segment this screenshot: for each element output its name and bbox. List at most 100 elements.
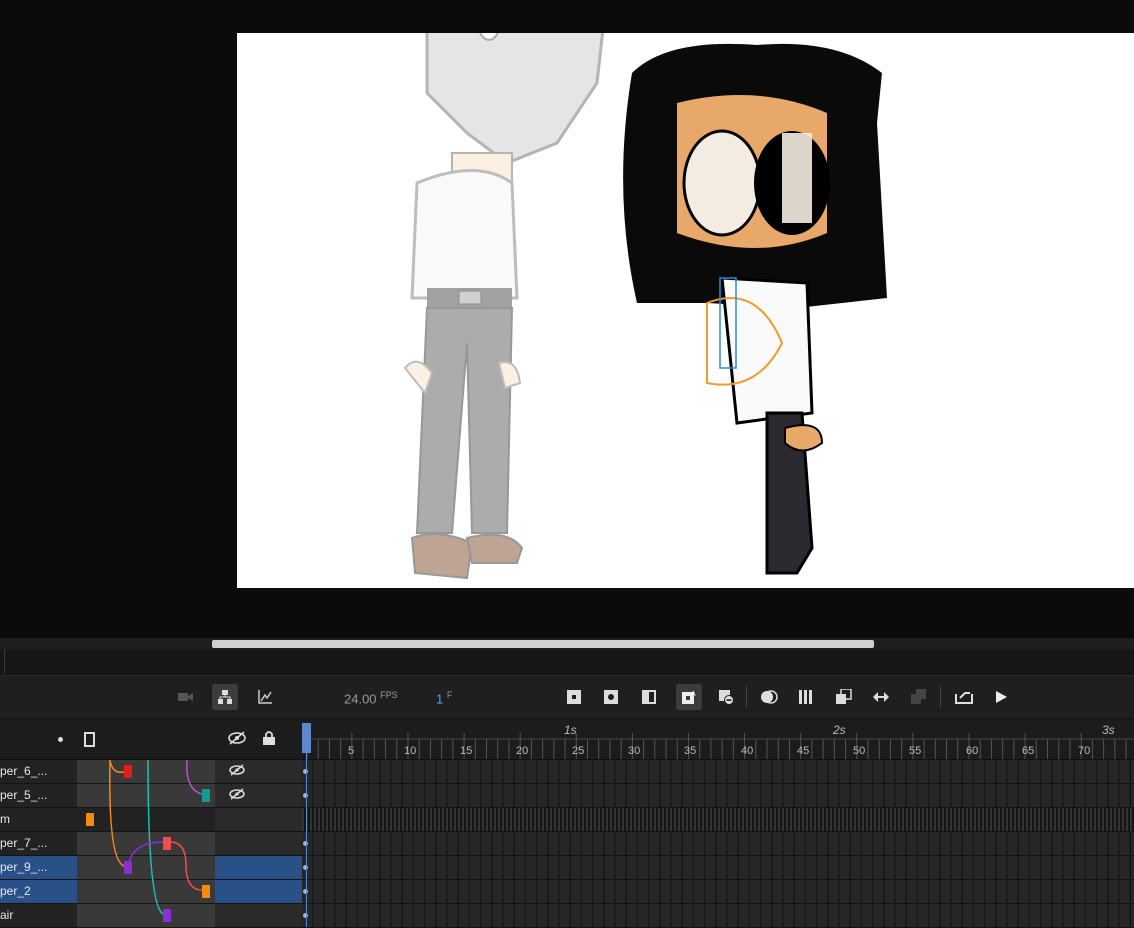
- layer-controls: [215, 856, 302, 879]
- layer-color-swatch[interactable]: [202, 789, 210, 802]
- layer-name[interactable]: per_9_...: [0, 856, 77, 879]
- frame-tick-label: 45: [797, 745, 810, 757]
- layer-color-swatch[interactable]: [202, 885, 210, 898]
- girl-character: [623, 43, 887, 575]
- frame-tick-label: 20: [516, 745, 529, 757]
- frame-tick-label: 30: [628, 745, 641, 757]
- layer-name[interactable]: per_6_...: [0, 760, 77, 783]
- layer-controls: [215, 880, 302, 903]
- layer-color-swatch[interactable]: [124, 765, 132, 778]
- frame-tick-label: 65: [1022, 745, 1035, 757]
- lock-all-icon[interactable]: [262, 730, 276, 751]
- ruler-ticks: [302, 733, 1134, 759]
- auto-keyframe-icon[interactable]: A: [676, 684, 702, 710]
- current-frame-readout[interactable]: 1 F: [436, 690, 452, 706]
- frame-unit: F: [446, 690, 453, 700]
- hidden-eye-icon[interactable]: [229, 764, 245, 778]
- layer-controls: [215, 904, 302, 927]
- layer-color-swatch[interactable]: [124, 861, 132, 874]
- layer-color-swatch[interactable]: [163, 837, 171, 850]
- stage-canvas[interactable]: [237, 0, 1134, 588]
- layer-name[interactable]: per_5_...: [0, 784, 77, 807]
- layer-row[interactable]: per_2: [0, 880, 302, 904]
- layer-color-swatch[interactable]: [86, 813, 94, 826]
- layer-parenting-cell[interactable]: [77, 808, 215, 831]
- layer-parenting-icon[interactable]: [212, 684, 238, 710]
- timeline-tab-bar: [0, 650, 1134, 676]
- frame-row[interactable]: [302, 808, 1134, 832]
- frame-tick-label: 70: [1078, 745, 1091, 757]
- layer-row[interactable]: per_5_...: [0, 784, 302, 808]
- layer-parenting-cell[interactable]: [77, 856, 215, 879]
- layer-parenting-cell[interactable]: [77, 760, 215, 783]
- hidden-eye-icon[interactable]: [229, 788, 245, 802]
- sync-graphic-icon[interactable]: [906, 684, 932, 710]
- frame-row[interactable]: [302, 760, 1134, 784]
- layer-list-header: [0, 719, 302, 760]
- frame-row[interactable]: [302, 784, 1134, 808]
- outline-toggle-icon[interactable]: [84, 732, 95, 747]
- playhead-line: [306, 753, 307, 927]
- layer-name[interactable]: per_7_...: [0, 832, 77, 855]
- layer-parenting-cell[interactable]: [77, 904, 215, 927]
- layer-parenting-cell[interactable]: [77, 784, 215, 807]
- fps-readout[interactable]: 24.00 FPS: [344, 690, 398, 706]
- playhead-handle[interactable]: [302, 723, 311, 753]
- layer-color-swatch[interactable]: [163, 909, 171, 922]
- insert-keyframe-icon[interactable]: [561, 684, 587, 710]
- insert-frame-icon[interactable]: [636, 684, 662, 710]
- stage-area[interactable]: [0, 0, 1134, 638]
- frame-tick-label: 5: [348, 745, 355, 757]
- layer-row[interactable]: per_7_...: [0, 832, 302, 856]
- paste-frames-icon[interactable]: [831, 684, 857, 710]
- export-icon[interactable]: [951, 684, 977, 710]
- onion-skin-icon[interactable]: [756, 684, 782, 710]
- svg-text:A: A: [691, 691, 696, 698]
- layer-name[interactable]: air: [0, 904, 77, 927]
- second-label: 2s: [833, 723, 846, 737]
- layer-row[interactable]: air: [0, 904, 302, 928]
- frame-value: 1: [436, 691, 444, 707]
- layer-list: per_6_... per_5_... m per_7_... per_9_..…: [0, 760, 302, 928]
- layer-row[interactable]: per_6_...: [0, 760, 302, 784]
- graph-editor-icon[interactable]: [252, 684, 278, 710]
- edit-multiple-frames-icon[interactable]: [794, 684, 820, 710]
- timeline-toolbar: 24.00 FPS 1 F A: [0, 676, 1134, 719]
- layer-row[interactable]: m: [0, 808, 302, 832]
- insert-blank-keyframe-icon[interactable]: [598, 684, 624, 710]
- timeline-ruler[interactable]: 1s 2s 3s 5 10 15 20 25 30 35 40 45 50 55…: [302, 719, 1134, 760]
- layer-name[interactable]: m: [0, 808, 77, 831]
- highlight-toggle-icon[interactable]: [58, 737, 63, 742]
- frame-tick-label: 40: [741, 745, 754, 757]
- frame-tick-label: 25: [572, 745, 585, 757]
- frame-grid[interactable]: [302, 760, 1134, 928]
- frame-tick-label: 15: [460, 745, 473, 757]
- old-man-character: [403, 0, 608, 580]
- frame-row[interactable]: [302, 832, 1134, 856]
- stage-horizontal-scrollbar[interactable]: [0, 638, 1134, 650]
- second-label: 1s: [564, 723, 577, 737]
- frame-tick-label: 55: [909, 745, 922, 757]
- frame-row[interactable]: [302, 856, 1134, 880]
- show-hide-all-icon[interactable]: [228, 731, 246, 748]
- playhead[interactable]: [302, 719, 312, 927]
- layer-parenting-cell[interactable]: [77, 832, 215, 855]
- toolbar-divider: [940, 686, 941, 708]
- delete-frame-icon[interactable]: [713, 684, 739, 710]
- layer-controls: [215, 808, 302, 831]
- reverse-frames-icon[interactable]: [868, 684, 894, 710]
- layer-row[interactable]: per_9_...: [0, 856, 302, 880]
- frame-tick-label: 50: [853, 745, 866, 757]
- tab-divider: [4, 650, 5, 674]
- layer-parenting-cell[interactable]: [77, 880, 215, 903]
- toolbar-divider: [746, 686, 747, 708]
- camera-icon[interactable]: [173, 684, 199, 710]
- frame-row[interactable]: [302, 904, 1134, 928]
- fps-unit: FPS: [380, 690, 398, 700]
- play-icon[interactable]: [988, 684, 1014, 710]
- timeline-panel: 24.00 FPS 1 F A 1s 2s 3s 5 10 15 20 25 3…: [0, 650, 1134, 928]
- scrollbar-thumb[interactable]: [212, 640, 874, 648]
- stage-artwork: [403, 0, 887, 580]
- layer-name[interactable]: per_2: [0, 880, 77, 903]
- frame-row[interactable]: [302, 880, 1134, 904]
